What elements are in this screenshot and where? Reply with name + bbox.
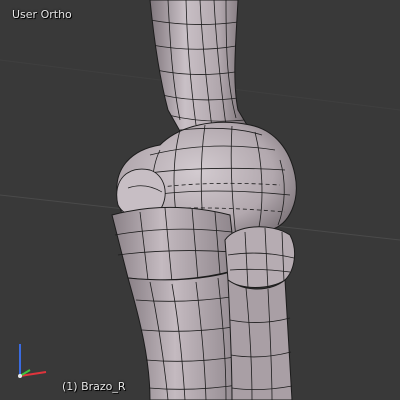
active-object-label: (1) Brazo_R (62, 380, 126, 393)
humerus-mesh[interactable] (149, 0, 251, 141)
radius-mesh[interactable] (224, 226, 296, 400)
view-mode-label: User Ortho (12, 8, 72, 21)
mesh-scene[interactable] (0, 0, 400, 400)
axis-gizmo-icon (18, 344, 47, 378)
3d-viewport[interactable]: User Ortho (1) Brazo_R (0, 0, 400, 400)
ulna-mesh[interactable] (111, 207, 246, 400)
